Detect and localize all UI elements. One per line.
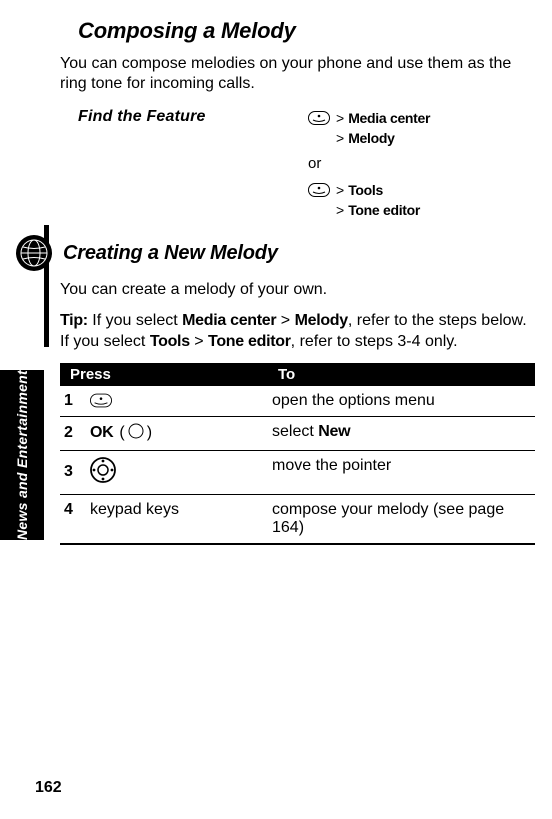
step-number: 2	[64, 424, 82, 442]
nav-path-2: > Tools > Tone editor	[308, 180, 420, 221]
nav-item-melody: Melody	[348, 128, 394, 148]
globe-icon	[15, 234, 53, 272]
nav-item-tone-editor: Tone editor	[348, 200, 420, 220]
breadcrumb-chevron: >	[336, 180, 344, 200]
nav-wheel-icon	[90, 457, 116, 488]
keypad-keys-label: keypad keys	[90, 501, 179, 519]
sub-intro-paragraph: You can create a melody of your own.	[60, 280, 535, 301]
page-number: 162	[35, 779, 62, 797]
steps-table: Press To 1	[60, 363, 535, 545]
menu-key-icon	[308, 111, 330, 125]
step-description: move the pointer	[268, 450, 535, 494]
col-header-press: Press	[60, 363, 268, 386]
ok-key-label: OK	[90, 424, 113, 442]
step-description: select New	[268, 416, 535, 450]
step-number: 3	[64, 463, 82, 481]
nav-wheel-icon	[128, 423, 144, 444]
step-description: open the options menu	[268, 386, 535, 417]
step-number: 1	[64, 392, 82, 410]
page-content: Composing a Melody You can compose melod…	[60, 18, 535, 545]
nav-item-media-center: Media center	[348, 108, 430, 128]
col-header-to: To	[268, 363, 535, 386]
tip-paragraph: Tip: If you select Media center > Melody…	[60, 311, 535, 353]
subheading-row: Creating a New Melody	[15, 234, 535, 272]
step-description: compose your melody (see page 164)	[268, 494, 535, 544]
menu-key-icon	[308, 183, 330, 197]
table-row: 2 OK ( ) select New	[60, 416, 535, 450]
breadcrumb-chevron: >	[336, 200, 344, 220]
nav-or-separator: or	[308, 155, 535, 172]
table-row: 3 move the poi	[60, 450, 535, 494]
breadcrumb-chevron: >	[336, 108, 344, 128]
tip-label: Tip:	[60, 312, 88, 329]
find-feature-label: Find the Feature	[78, 108, 308, 126]
step-number: 4	[64, 501, 82, 519]
breadcrumb-chevron: >	[336, 128, 344, 148]
find-feature-row-1: Find the Feature > Media center > Melody	[78, 108, 535, 149]
table-row: 4 keypad keys compose your melody (see p…	[60, 494, 535, 544]
menu-key-icon	[90, 394, 112, 408]
sidebar-section-label: News and Entertainment	[0, 370, 44, 540]
find-feature-row-2: > Tools > Tone editor	[78, 180, 535, 221]
softkey-paren: ( )	[119, 423, 152, 444]
table-row: 1 open the options menu	[60, 386, 535, 417]
section-subheading: Creating a New Melody	[63, 242, 278, 265]
nav-path-1: > Media center > Melody	[308, 108, 430, 149]
nav-item-tools: Tools	[348, 180, 383, 200]
intro-paragraph: You can compose melodies on your phone a…	[60, 54, 535, 94]
page-title: Composing a Melody	[78, 18, 535, 44]
